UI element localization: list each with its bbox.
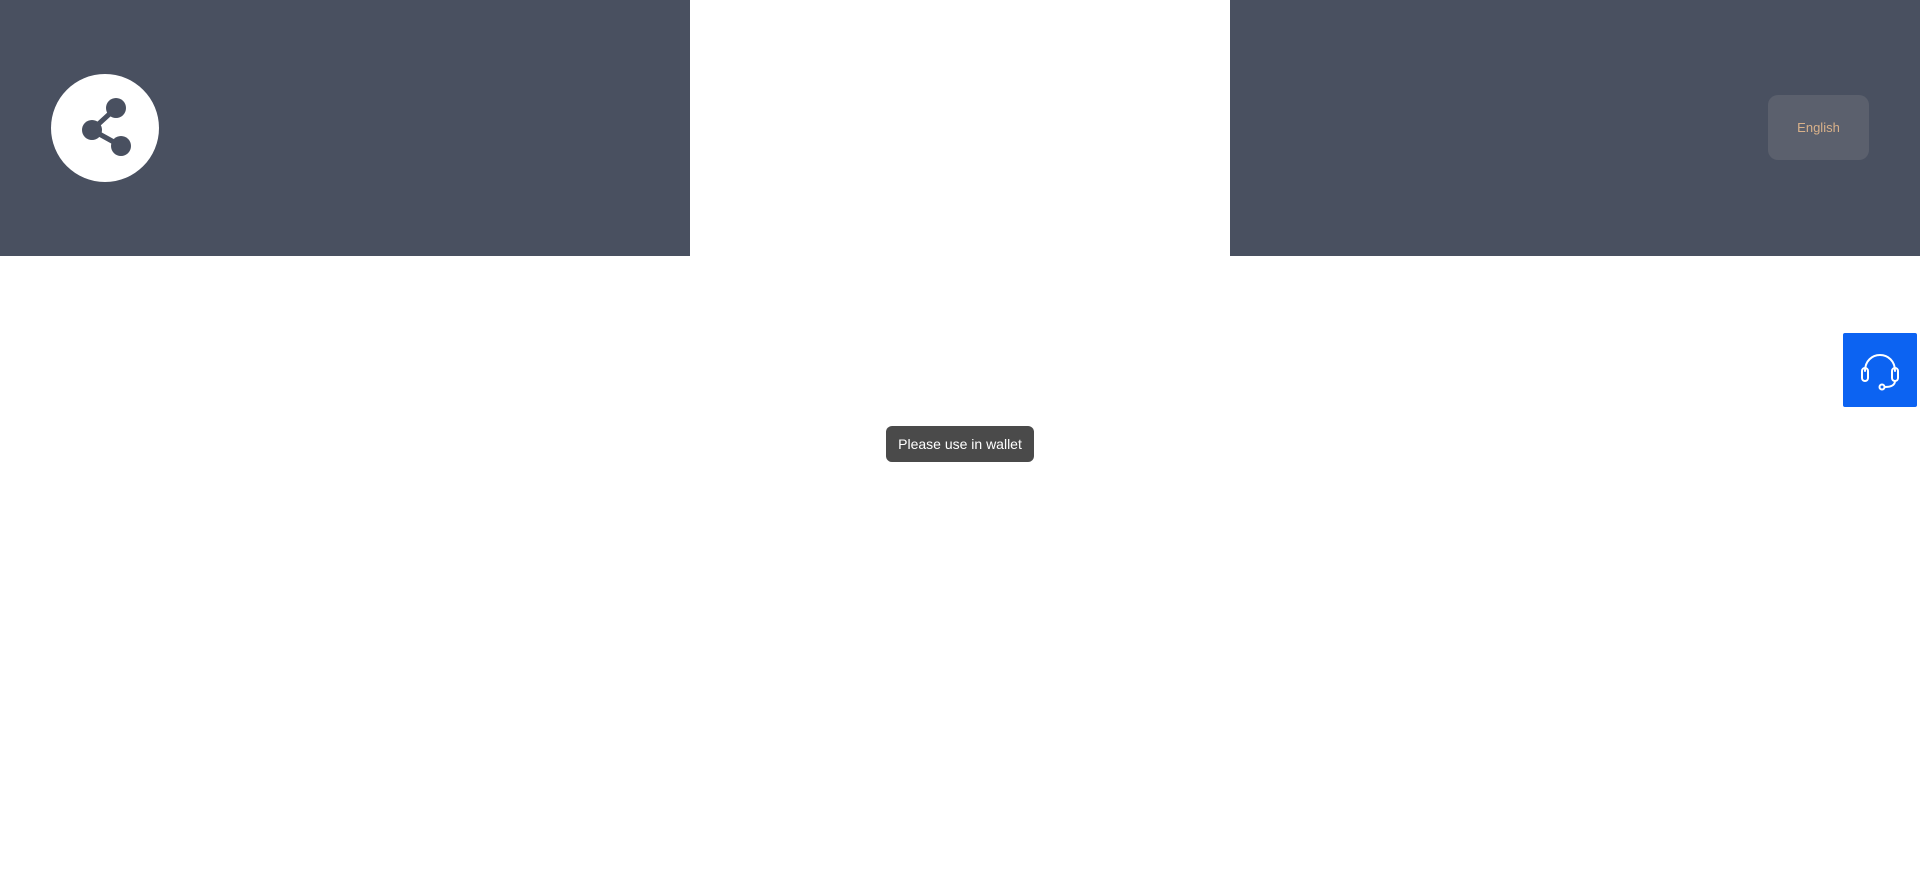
toast-message: Please use in wallet: [886, 426, 1034, 462]
header-right-panel: English: [1230, 0, 1920, 256]
headset-icon: [1858, 348, 1902, 392]
toast-text: Please use in wallet: [898, 436, 1022, 452]
share-button[interactable]: [51, 74, 159, 182]
page: English Please use in wallet: [0, 0, 1920, 888]
language-label: English: [1797, 120, 1840, 135]
header-left-panel: [0, 0, 690, 256]
language-button[interactable]: English: [1768, 95, 1869, 160]
customer-support-button[interactable]: [1843, 333, 1917, 407]
share-icon: [69, 92, 141, 164]
